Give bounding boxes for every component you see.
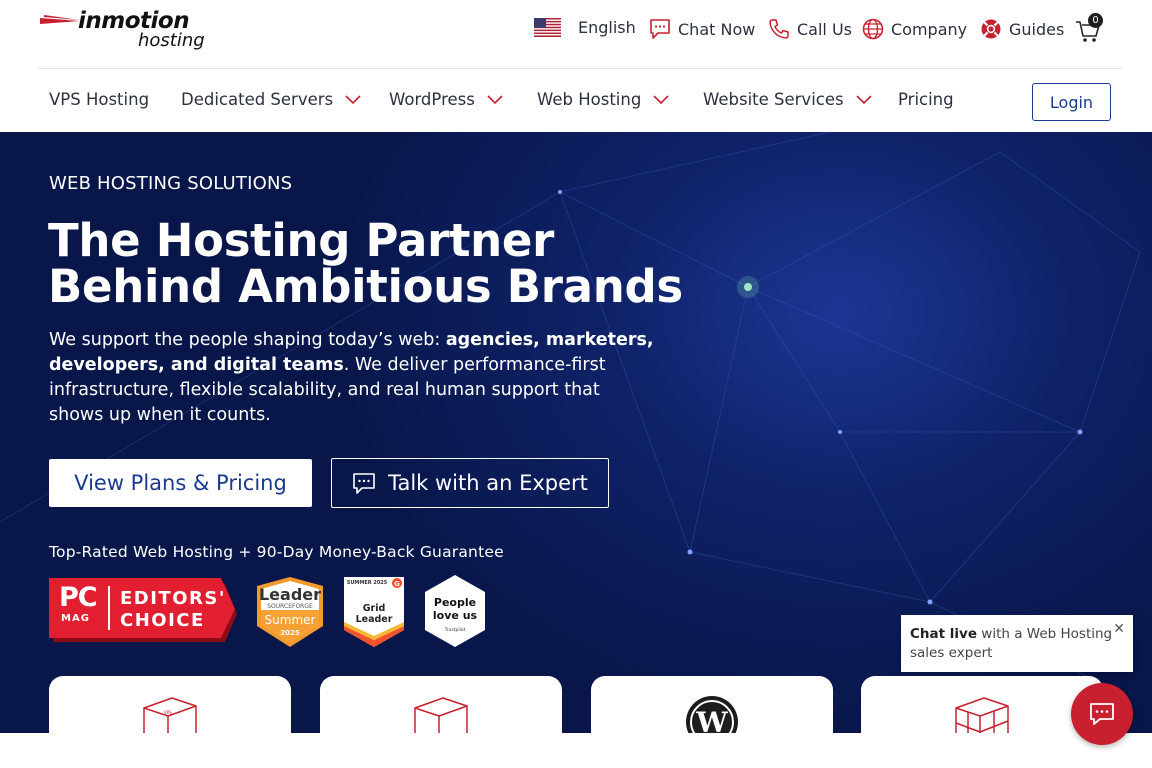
view-plans-button[interactable]: View Plans & Pricing xyxy=(49,459,312,507)
hero-description: We support the people shaping today’s we… xyxy=(49,328,659,428)
language-label: English xyxy=(578,18,636,37)
nav-dedicated-servers[interactable]: Dedicated Servers xyxy=(181,90,361,109)
nav-item-label: VPS Hosting xyxy=(49,90,150,109)
nav-item-label: Website Services xyxy=(703,90,844,109)
lede-start: We support the people shaping today’s we… xyxy=(49,330,446,350)
guarantee-text: Top-Rated Web Hosting + 90-Day Money-Bac… xyxy=(49,543,504,561)
nav-pricing[interactable]: Pricing xyxy=(898,90,954,109)
nav-item-label: Web Hosting xyxy=(537,90,642,109)
us-flag-icon xyxy=(534,18,561,37)
top-bar: inmotion hosting English Chat Now Call U… xyxy=(0,0,1152,68)
hero-eyebrow: WEB HOSTING SOLUTIONS xyxy=(49,173,293,194)
chat-bubble-icon xyxy=(650,19,670,39)
g2-title: Grid Leader xyxy=(355,603,393,625)
pcmag-logo: PC xyxy=(59,582,98,613)
svg-text:W: W xyxy=(695,706,728,733)
nav-wordpress[interactable]: WordPress xyxy=(389,90,503,109)
pcmag-editors-choice-badge: PC MAG EDITORS' CHOICE xyxy=(49,578,237,642)
pcmag-editors-choice: EDITORS' CHOICE xyxy=(120,588,226,632)
trustpilot-brand: Trustpilot xyxy=(444,628,466,633)
g2-grid-leader-badge: G SUMMER 2025 Grid Leader xyxy=(343,576,405,648)
chat-bubble-icon xyxy=(1090,703,1114,725)
chat-now-label: Chat Now xyxy=(678,19,756,39)
cart-count-badge: 0 xyxy=(1088,13,1103,28)
chat-bubble-icon xyxy=(353,473,375,494)
close-icon[interactable]: ✕ xyxy=(1113,622,1125,636)
pcmag-mag: MAG xyxy=(61,613,90,624)
wordpress-hosting-card[interactable]: W xyxy=(591,676,833,733)
login-button[interactable]: Login xyxy=(1032,83,1111,121)
nav-item-label: Pricing xyxy=(898,90,954,109)
dedicated-servers-card[interactable] xyxy=(320,676,562,733)
call-us-label: Call Us xyxy=(797,19,852,39)
nav-vps-hosting[interactable]: VPS Hosting xyxy=(49,90,149,109)
svg-text:G: G xyxy=(394,580,400,588)
sourceforge-leader-badge: Leader SOURCEFORGE Summer 2025 xyxy=(255,576,325,648)
chat-live-tooltip[interactable]: Chat live with a Web Hosting sales exper… xyxy=(901,615,1133,672)
chevron-down-icon xyxy=(487,94,503,104)
guides-label: Guides xyxy=(1009,19,1065,39)
vps-hosting-card[interactable]: VPS xyxy=(49,676,291,733)
nav-web-hosting[interactable]: Web Hosting xyxy=(537,90,669,109)
g2-season: SUMMER 2025 xyxy=(346,580,388,586)
call-us-link[interactable]: Call Us xyxy=(768,18,852,40)
cart-button[interactable]: 0 xyxy=(1075,13,1105,44)
chevron-down-icon xyxy=(345,94,361,104)
talk-with-expert-button[interactable]: Talk with an Expert xyxy=(331,458,609,508)
cube-stack-icon xyxy=(955,697,1009,733)
wordpress-logo-icon: W xyxy=(686,696,738,733)
trustpilot-badge: People love us Trustpilot xyxy=(424,574,486,648)
chat-now-link[interactable]: Chat Now xyxy=(649,18,755,40)
company-label: Company xyxy=(891,19,968,39)
cube-icon: VPS xyxy=(143,697,197,733)
svg-text:VPS: VPS xyxy=(164,710,172,715)
nav-item-label: WordPress xyxy=(389,90,475,109)
phone-icon xyxy=(769,19,789,39)
main-nav: VPS Hosting Dedicated Servers WordPress … xyxy=(0,69,1152,132)
hero-section: WEB HOSTING SOLUTIONS The Hosting Partne… xyxy=(0,132,1152,733)
chevron-down-icon xyxy=(856,94,872,104)
talk-with-expert-label: Talk with an Expert xyxy=(388,471,588,495)
sourceforge-brand: SOURCEFORGE xyxy=(267,603,313,610)
web-hosting-card[interactable] xyxy=(861,676,1103,733)
logo-subtext: hosting xyxy=(138,30,205,51)
hero-headline: The Hosting Partner Behind Ambitious Bra… xyxy=(48,214,683,313)
nav-item-label: Dedicated Servers xyxy=(181,90,334,109)
sourceforge-title: Leader xyxy=(258,585,322,604)
nav-website-services[interactable]: Website Services xyxy=(703,90,872,109)
globe-icon xyxy=(862,18,884,40)
trustpilot-line1: People xyxy=(433,596,477,609)
sourceforge-year: 2025 xyxy=(280,629,300,637)
trustpilot-line2: love us xyxy=(432,609,478,622)
company-link[interactable]: Company xyxy=(862,18,967,40)
chat-tip-bold: Chat live xyxy=(910,626,977,642)
chat-launcher-button[interactable] xyxy=(1071,683,1133,745)
lifebuoy-icon xyxy=(981,19,1001,39)
language-selector[interactable]: English xyxy=(534,18,636,37)
inmotion-logo[interactable]: inmotion hosting xyxy=(40,8,212,56)
chevron-down-icon xyxy=(653,94,669,104)
guides-link[interactable]: Guides xyxy=(980,18,1064,40)
cube-icon xyxy=(414,697,468,733)
pcmag-line1: EDITORS' xyxy=(120,588,226,609)
pcmag-line2: CHOICE xyxy=(120,610,205,631)
sourceforge-season: Summer xyxy=(264,613,316,627)
